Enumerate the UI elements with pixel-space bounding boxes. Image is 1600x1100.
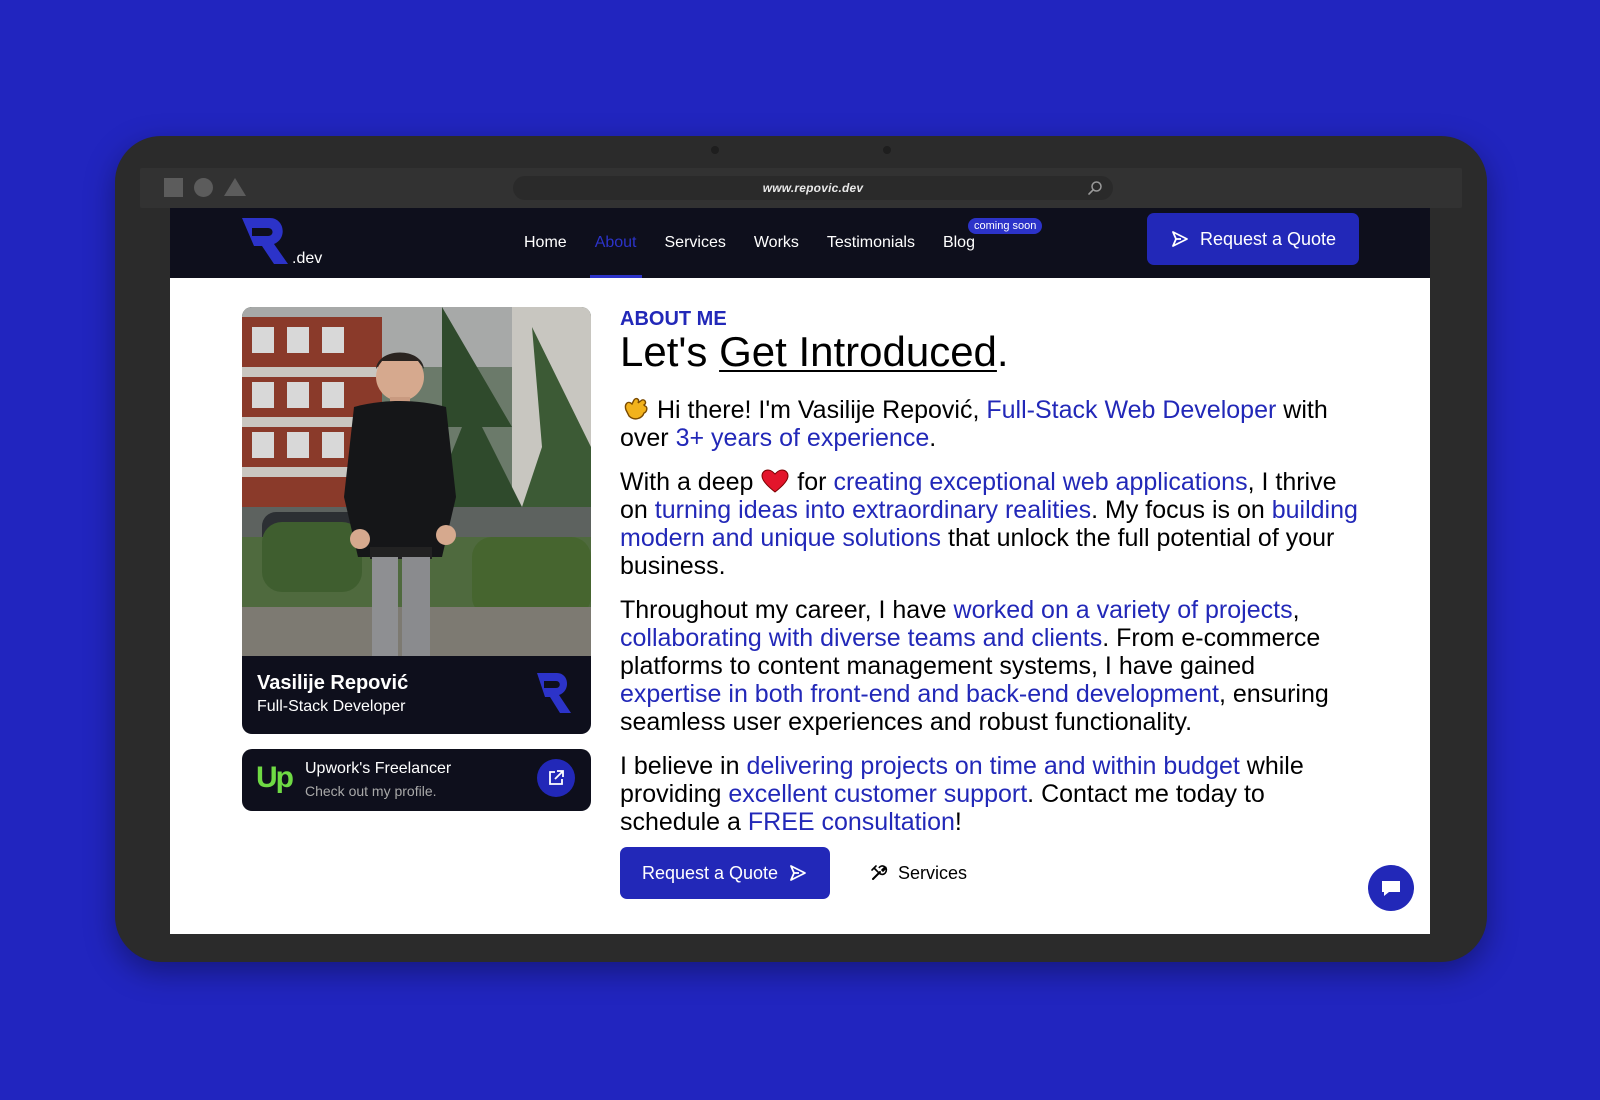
p3-highlight-2: collaborating with diverse teams and cli… — [620, 624, 1103, 652]
browser-toolbar: www.repovic.dev — [140, 168, 1462, 208]
p4-highlight-2: excellent customer support — [728, 780, 1028, 808]
p1-text-1: Hi there! I'm Vasilije Repović, — [650, 396, 987, 424]
heading-suffix: . — [996, 328, 1009, 375]
p1-highlight-2: 3+ years of experience — [675, 424, 930, 452]
external-link-icon — [549, 770, 564, 785]
window-circle-button[interactable] — [194, 178, 213, 197]
p4-highlight-3: FREE consultation — [747, 808, 955, 836]
about-content: ABOUT ME Let's Get Introduced. Hi there!… — [620, 308, 1360, 836]
search-icon[interactable] — [1087, 180, 1103, 196]
laptop-frame: www.repovic.dev .dev Home About Services… — [115, 136, 1487, 962]
window-square-button[interactable] — [164, 178, 183, 197]
primary-nav: Home About Services Works Testimonials B… — [510, 208, 989, 278]
p1-highlight-1: Full-Stack Web Developer — [986, 396, 1277, 424]
heart-emoji-icon — [761, 469, 789, 493]
send-icon — [790, 865, 806, 881]
chat-icon — [1382, 881, 1400, 896]
coming-soon-badge: coming soon — [968, 218, 1043, 234]
section-heading: Let's Get Introduced. — [620, 330, 1360, 374]
p3-text-1: Throughout my career, I have — [620, 596, 954, 624]
p4-text-4: ! — [954, 808, 962, 836]
upwork-title: Upwork's Freelancer — [305, 760, 452, 777]
nav-works[interactable]: Works — [740, 208, 813, 278]
p4-highlight-1: delivering projects on time and within b… — [746, 752, 1240, 780]
p2-text-4: . My focus is on — [1091, 496, 1272, 524]
passion-paragraph: With a deep for creating exceptional web… — [620, 468, 1360, 580]
upwork-external-link-button[interactable] — [537, 759, 575, 797]
p2-highlight-1: creating exceptional web applications — [833, 468, 1248, 496]
nav-about[interactable]: About — [581, 208, 651, 278]
p3-highlight-3: expertise in both front-end and back-end… — [620, 680, 1219, 708]
profile-card: Vasilije Repović Full-Stack Developer — [242, 307, 591, 734]
p1-text-3: . — [929, 424, 937, 452]
wave-emoji-icon — [624, 397, 648, 420]
send-icon — [1172, 231, 1188, 247]
window-triangle-button[interactable] — [224, 178, 246, 196]
card-brand-logo-icon — [537, 673, 571, 713]
upwork-profile-card[interactable]: Up Upwork's Freelancer Check out my prof… — [242, 749, 591, 811]
site-navbar: .dev Home About Services Works Testimoni… — [170, 208, 1430, 278]
profile-role: Full-Stack Developer — [257, 698, 406, 715]
p2-highlight-2: turning ideas into extraordinary realiti… — [654, 496, 1092, 524]
request-quote-nav-button[interactable]: Request a Quote — [1147, 213, 1359, 265]
address-bar[interactable]: www.repovic.dev — [513, 176, 1113, 200]
request-quote-button[interactable]: Request a Quote — [620, 847, 830, 899]
upwork-subtitle: Check out my profile. — [305, 783, 437, 799]
services-link-label: Services — [898, 862, 968, 883]
intro-paragraph: Hi there! I'm Vasilije Repović, Full-Sta… — [620, 396, 1360, 452]
request-quote-nav-label: Request a Quote — [1199, 228, 1337, 249]
website-viewport: .dev Home About Services Works Testimoni… — [170, 208, 1430, 934]
p3-text-2: , — [1292, 596, 1300, 624]
p2-text-2: for — [790, 468, 834, 496]
chat-launcher-button[interactable] — [1368, 865, 1414, 911]
nav-testimonials[interactable]: Testimonials — [813, 208, 929, 278]
tools-icon — [871, 865, 888, 880]
nav-home[interactable]: Home — [510, 208, 581, 278]
section-eyebrow: ABOUT ME — [620, 308, 727, 330]
brand-suffix: .dev — [292, 250, 323, 267]
p3-highlight-1: worked on a variety of projects — [953, 596, 1293, 624]
services-link-button[interactable]: Services — [870, 858, 967, 888]
heading-prefix: Let's — [620, 328, 720, 375]
heading-underlined: Get Introduced — [719, 328, 997, 375]
upwork-logo: Up — [256, 761, 294, 794]
url-text: www.repovic.dev — [762, 181, 864, 195]
request-quote-label: Request a Quote — [641, 862, 779, 883]
camera-notch — [711, 146, 891, 154]
profile-photo — [242, 307, 591, 656]
p4-text-1: I believe in — [620, 752, 747, 780]
profile-name: Vasilije Repović — [257, 672, 409, 694]
contact-paragraph: I believe in delivering projects on time… — [620, 752, 1360, 836]
career-paragraph: Throughout my career, I have worked on a… — [620, 596, 1360, 736]
nav-services[interactable]: Services — [651, 208, 740, 278]
p2-text-1: With a deep — [620, 468, 761, 496]
